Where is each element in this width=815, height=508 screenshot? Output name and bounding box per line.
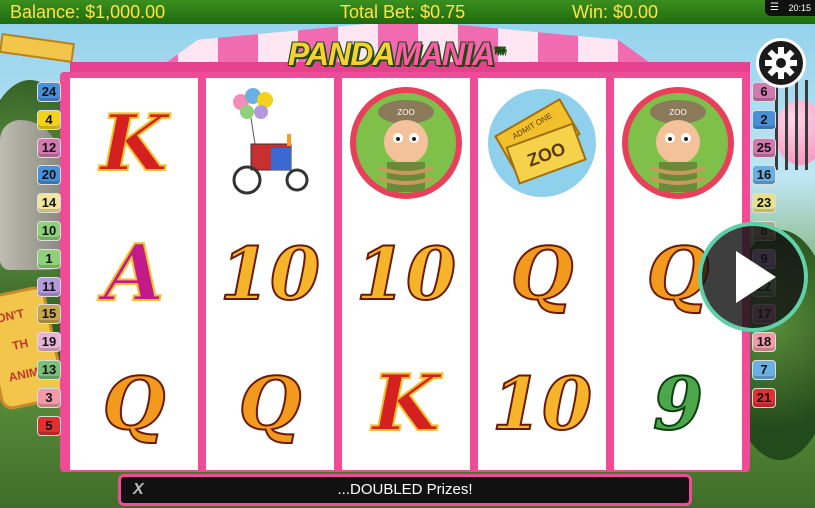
reel-4: ADMIT ONE ZOO Q 10 [478, 78, 606, 470]
symbol-q: Q [510, 230, 575, 317]
reel-symbol: Q [478, 208, 606, 338]
payline-marker: 25 [752, 137, 776, 158]
reel-symbol: 10 [342, 208, 470, 338]
payline-marker: 12 [37, 137, 61, 158]
gear-icon [765, 47, 797, 79]
symbol-10: 10 [219, 230, 321, 317]
background-bunting [0, 32, 76, 64]
symbol-a: A [103, 227, 166, 320]
symbol-9: 9 [652, 360, 704, 447]
payline-marker: 11 [37, 276, 61, 297]
payline-marker: 15 [37, 304, 61, 325]
svg-text:ZOO: ZOO [397, 108, 414, 117]
payline-marker: 23 [752, 193, 776, 214]
game-logo: PANDAMANIATM [288, 36, 505, 72]
payline-marker: 10 [37, 220, 61, 241]
symbol-10: 10 [355, 230, 457, 317]
reel-2: 10 Q [206, 78, 334, 470]
zookeeper-symbol: ZOO [350, 87, 462, 199]
menu-icon[interactable]: ☰ [770, 0, 779, 16]
reel-symbol: ZOO [342, 78, 470, 208]
symbol-k: K [99, 97, 169, 190]
symbol-q: Q [238, 360, 303, 447]
message-text: ...DOUBLED Prizes! [337, 481, 473, 498]
payline-marker: 16 [752, 165, 776, 186]
payline-marker: 21 [752, 387, 776, 408]
win-display: Win: $0.00 [572, 2, 659, 22]
balance-display: Balance: $1,000.00 [10, 2, 166, 22]
reel-symbol: 10 [206, 208, 334, 338]
reel-symbol: K [342, 338, 470, 468]
payline-marker: 24 [37, 82, 61, 102]
top-status-bar: Balance: $1,000.00 Total Bet: $0.75 Win:… [0, 0, 815, 24]
payline-markers-left: 24 4 12 20 14 10 1 11 15 19 13 3 5 [37, 82, 61, 443]
symbol-10: 10 [491, 360, 593, 447]
payline-marker: 3 [37, 387, 61, 408]
settings-button[interactable] [756, 38, 806, 88]
payline-marker: 1 [37, 248, 61, 269]
reel-symbol [206, 78, 334, 208]
reel-1: KAQ [70, 78, 198, 470]
clock: 20:15 [788, 3, 811, 13]
payline-marker: 4 [37, 109, 61, 130]
reel-symbol: Q [206, 338, 334, 468]
payline-marker: 19 [37, 332, 61, 353]
symbol-k: K [371, 357, 441, 450]
payline-marker: 13 [37, 359, 61, 380]
reel-symbol: A [70, 208, 198, 338]
payline-marker: 7 [752, 359, 776, 380]
message-bar: X ...DOUBLED Prizes! [118, 474, 692, 506]
reel-symbol: 10 [478, 338, 606, 468]
payline-marker: 18 [752, 332, 776, 353]
play-icon [736, 251, 776, 303]
balloon-cart-symbol [232, 88, 309, 195]
payline-marker: 20 [37, 165, 61, 186]
reel-3: ZOO 10 K [342, 78, 470, 470]
x-logo-icon: X [133, 481, 144, 498]
background-fence [775, 80, 815, 170]
reel-symbol: ZOO [614, 78, 742, 208]
total-bet-display: Total Bet: $0.75 [340, 2, 466, 22]
svg-text:ZOO: ZOO [669, 108, 686, 117]
reel-symbol: ADMIT ONE ZOO [478, 78, 606, 208]
reel-symbol: K [70, 78, 198, 208]
symbol-q: Q [102, 360, 167, 447]
reel-symbol: Q [70, 338, 198, 468]
spin-button[interactable] [698, 222, 808, 332]
payline-marker: 5 [37, 415, 61, 436]
zookeeper-symbol: ZOO [622, 87, 734, 199]
payline-marker: 2 [752, 109, 776, 130]
payline-marker: 14 [37, 193, 61, 214]
reel-symbol: 9 [614, 338, 742, 468]
zoo-tickets-symbol: ADMIT ONEZOO [488, 89, 596, 197]
system-menu[interactable]: ☰ 20:15 [765, 0, 815, 16]
